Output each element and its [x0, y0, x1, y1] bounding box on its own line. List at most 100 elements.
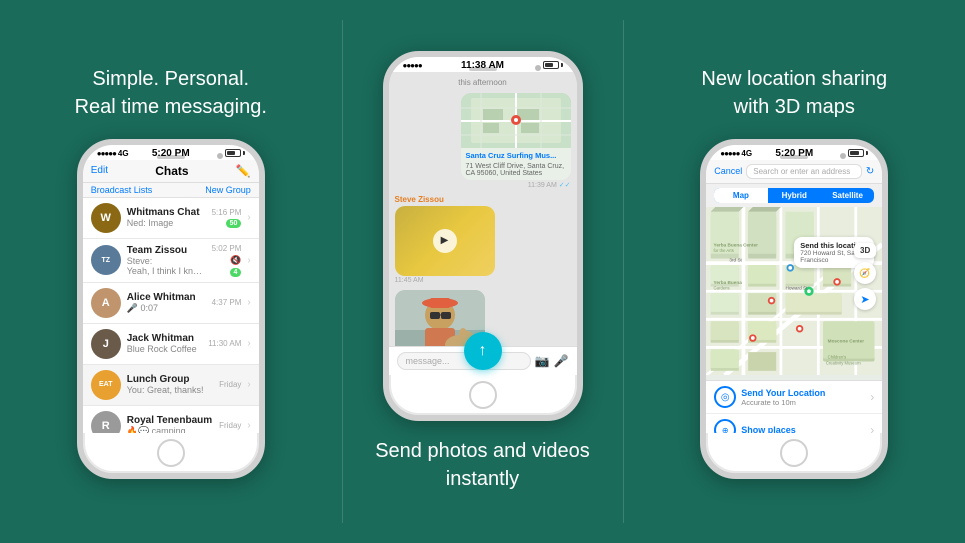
chat-item-royal[interactable]: R Royal Tenenbaum 🔥💬 camping Friday ›: [83, 406, 259, 433]
location-nav-icon[interactable]: ➤: [854, 288, 876, 310]
signal-icon: ●●●●●: [97, 149, 116, 158]
compose-icon[interactable]: ✏️: [236, 164, 251, 178]
show-places-row[interactable]: ⊕ Show places ›: [706, 414, 882, 433]
chat-item-lunchgroup[interactable]: EAT Lunch Group You: Great, thanks! Frid…: [83, 365, 259, 406]
chat-item-jack[interactable]: J Jack Whitman Blue Rock Coffee 11:30 AM…: [83, 324, 259, 365]
chevron-icon-map: ›: [870, 390, 874, 404]
map-preview-svg: [461, 93, 571, 148]
conversation-messages: this afternoon: [389, 72, 577, 346]
map-bottom-bar: ◎ Send Your Location Accurate to 10m › ⊕…: [706, 380, 882, 433]
svg-text:3rd St: 3rd St: [730, 257, 743, 262]
middle-caption: Send photos and videos instantly: [375, 437, 590, 493]
chevron-icon: ›: [247, 212, 250, 223]
chevron-icon: ›: [247, 379, 250, 390]
svg-text:Yerba Buena: Yerba Buena: [714, 279, 743, 284]
map-header: Cancel Search or enter an address ↻: [706, 160, 882, 184]
status-bar-1: ●●●●● 4G 5:20 PM: [83, 145, 259, 160]
send-location-label: Send Your Location: [741, 388, 865, 398]
middle-panel: ●●●●● 11:38 AM this afternoon: [343, 0, 623, 543]
svg-text:Gardens: Gardens: [714, 285, 730, 290]
cancel-button[interactable]: Cancel: [714, 166, 742, 176]
right-headline-line1: New location sharing: [701, 68, 887, 90]
send-location-sub: Accurate to 10m: [741, 398, 865, 407]
chats-subheader: Broadcast Lists New Group: [83, 183, 259, 198]
svg-text:Children's: Children's: [828, 354, 847, 359]
chevron-icon: ›: [247, 255, 250, 266]
camera-icon[interactable]: 📷: [535, 354, 550, 368]
compass-icon[interactable]: 🧭: [854, 262, 876, 284]
signal-icon-2: ●●●●●: [403, 61, 422, 70]
camera: [217, 153, 223, 159]
4g-label: 4G: [118, 149, 129, 158]
avatar-royal: R: [91, 411, 121, 433]
map-view: 3rd St Howard St Yerba Buena Center for …: [706, 207, 882, 381]
chat-item-teamzissou[interactable]: TZ Team Zissou Steve: Yeah, I think I kn…: [83, 239, 259, 283]
map-screen: Cancel Search or enter an address ↻ Map …: [706, 160, 882, 433]
status-bar-3: ●●●●● 4G 5:20 PM: [706, 145, 882, 160]
new-group-link[interactable]: New Group: [205, 185, 251, 195]
status-time-3: 5:20 PM: [775, 148, 813, 159]
send-button-float[interactable]: ↑: [464, 332, 502, 370]
mic-icon[interactable]: 🎤: [554, 354, 569, 368]
chats-header: Edit Chats ✏️: [83, 160, 259, 183]
refresh-icon[interactable]: ↻: [866, 166, 874, 177]
home-button-3[interactable]: [780, 439, 808, 467]
home-button-2[interactable]: [469, 381, 497, 409]
left-panel: Simple. Personal. Real time messaging. ●…: [0, 0, 342, 543]
broadcast-lists-link[interactable]: Broadcast Lists: [91, 185, 153, 195]
iphone-map: ●●●●● 4G 5:20 PM Cancel Search or enter …: [700, 139, 888, 479]
map-time: 11:39 AM ✓✓: [461, 181, 571, 189]
checkmark-icon: ✓✓: [559, 182, 571, 189]
location-icon: ◎: [714, 386, 736, 408]
tab-satellite[interactable]: Satellite: [821, 188, 874, 203]
avatar-alice: A: [91, 288, 121, 318]
chat-item-whitmans[interactable]: W Whitmans Chat Ned: Image 5:16 PM 50 ›: [83, 198, 259, 239]
battery-icon-3: [848, 149, 868, 157]
3d-button[interactable]: 3D: [854, 243, 876, 258]
map-address: 71 West Cliff Drive, Santa Cruz, CA 9506…: [461, 163, 571, 180]
svg-text:Howard St: Howard St: [786, 285, 809, 290]
iphone-chat: ●●●●● 11:38 AM this afternoon: [383, 51, 583, 421]
time-label: this afternoon: [395, 78, 571, 87]
show-places-label: Show places: [741, 425, 796, 433]
4g-label-3: 4G: [741, 149, 752, 158]
battery-icon: [225, 149, 245, 157]
iphone-chats: ●●●●● 4G 5:20 PM Edit Chats ✏️ Broadcast…: [77, 139, 265, 479]
avatar-whitmans: W: [91, 203, 121, 233]
chevron-icon: ›: [247, 420, 250, 431]
tab-hybrid[interactable]: Hybrid: [768, 188, 821, 203]
right-panel: New location sharing with 3D maps ●●●●● …: [624, 0, 965, 543]
map-tabs: Map Hybrid Satellite: [714, 188, 874, 203]
right-headline: New location sharing with 3D maps: [701, 65, 887, 121]
chat-item-alice[interactable]: A Alice Whitman 🎤 0:07 4:37 PM ›: [83, 283, 259, 324]
sender-name: Steve Zissou: [395, 195, 495, 204]
send-location-row[interactable]: ◎ Send Your Location Accurate to 10m ›: [706, 381, 882, 414]
home-button-1[interactable]: [157, 439, 185, 467]
map-title: Santa Cruz Surfing Mus...: [461, 148, 571, 163]
left-headline-line1: Simple. Personal.: [92, 68, 249, 90]
chat-content-whitmans: Whitmans Chat Ned: Image: [127, 207, 206, 228]
avatar-lunchgroup: EAT: [91, 370, 121, 400]
map-message: Santa Cruz Surfing Mus... 71 West Cliff …: [461, 93, 571, 189]
chevron-icon: ›: [247, 297, 250, 308]
play-button[interactable]: ▶: [433, 229, 457, 253]
avatar-jack: J: [91, 329, 121, 359]
battery-icon-2: [543, 61, 563, 69]
camera-3: [840, 153, 846, 159]
map-controls: 3D 🧭 ➤: [854, 243, 876, 310]
places-icon: ⊕: [714, 419, 736, 433]
left-headline-line2: Real time messaging.: [75, 96, 267, 118]
signal-icon-3: ●●●●●: [720, 149, 739, 158]
map-search-input[interactable]: Search or enter an address: [746, 164, 862, 179]
camera-2: [535, 65, 541, 71]
status-bar-2: ●●●●● 11:38 AM: [389, 57, 577, 72]
svg-text:Moscone Center: Moscone Center: [828, 338, 865, 343]
chevron-icon: ›: [247, 338, 250, 349]
video-message: Steve Zissou ▶ 11:45 AM: [395, 195, 495, 284]
svg-text:Creativity Museum: Creativity Museum: [826, 360, 861, 365]
right-headline-line2: with 3D maps: [734, 96, 855, 118]
avatar-teamzissou: TZ: [91, 245, 121, 275]
edit-button[interactable]: Edit: [91, 165, 108, 176]
tab-map[interactable]: Map: [714, 188, 767, 203]
status-time-2: 11:38 AM: [461, 60, 504, 71]
